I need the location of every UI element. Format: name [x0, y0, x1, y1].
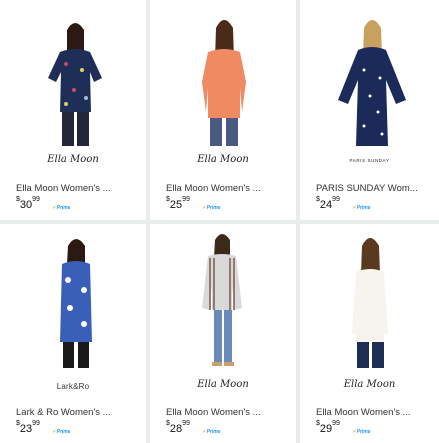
product-card[interactable]: PARIS SUNDAY PARIS SUNDAY Wom... $2499 ✓… — [300, 0, 439, 220]
brand-logo: Ella Moon — [343, 379, 396, 390]
product-card[interactable]: Ella Moon Ella Moon Women's ... $3099 ✓P… — [0, 0, 146, 220]
product-image[interactable] — [0, 0, 146, 150]
product-card[interactable]: Lark&Ro Lark & Ro Women's ... $2399 ✓Pri… — [0, 224, 146, 443]
product-title[interactable]: Lark & Ro Women's ... — [16, 407, 142, 418]
prime-badge: ✓Prime — [352, 429, 371, 435]
product-title[interactable]: Ella Moon Women's ... — [166, 407, 292, 418]
product-title[interactable]: Ella Moon Women's ... — [316, 407, 435, 418]
prime-badge: ✓Prime — [202, 205, 221, 211]
brand-logo: Lark&Ro — [56, 382, 90, 391]
product-price: $2599 ✓Prime — [166, 196, 221, 211]
product-image[interactable] — [0, 224, 146, 372]
product-card[interactable]: Ella Moon Ella Moon Women's ... $2899 ✓P… — [150, 224, 296, 443]
product-image[interactable] — [300, 224, 439, 372]
product-price: $2399 ✓Prime — [16, 420, 71, 435]
product-card[interactable]: Ella Moon Ella Moon Women's ... $2599 ✓P… — [150, 0, 296, 220]
product-card[interactable]: Ella Moon Ella Moon Women's ... $2999 ✓P… — [300, 224, 439, 443]
brand-logo: Ella Moon — [47, 154, 99, 165]
brand-logo: Ella Moon — [197, 154, 249, 165]
prime-badge: ✓Prime — [352, 205, 371, 211]
brand-logo: PARIS SUNDAY — [349, 158, 390, 163]
product-price: $2499 ✓Prime — [316, 196, 371, 211]
product-price: $2899 ✓Prime — [166, 420, 221, 435]
prime-badge: ✓Prime — [52, 429, 71, 435]
product-title[interactable]: Ella Moon Women's ... — [166, 183, 292, 194]
product-grid: Ella Moon Ella Moon Women's ... $3099 ✓P… — [0, 0, 439, 443]
product-image[interactable] — [150, 0, 296, 150]
product-image[interactable] — [300, 0, 439, 150]
product-image[interactable] — [150, 224, 296, 372]
product-price: $3099 ✓Prime — [16, 196, 71, 211]
prime-badge: ✓Prime — [202, 429, 221, 435]
product-price: $2999 ✓Prime — [316, 420, 371, 435]
brand-logo: Ella Moon — [197, 379, 249, 390]
product-title[interactable]: PARIS SUNDAY Wom... — [316, 183, 435, 194]
product-title[interactable]: Ella Moon Women's ... — [16, 183, 142, 194]
prime-badge: ✓Prime — [52, 205, 71, 211]
